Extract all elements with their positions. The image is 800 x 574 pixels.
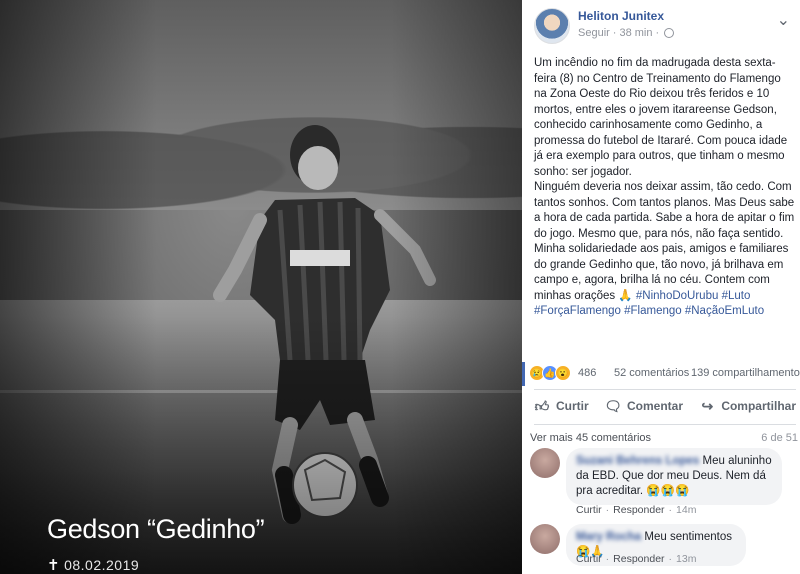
divider	[534, 389, 796, 390]
comments-count[interactable]: 52 comentários	[614, 367, 689, 379]
shares-count[interactable]: 139 compartilhamentos	[691, 367, 800, 379]
post-actions: 👍︎ Curtir 🗨︎ Comentar ↪ Compartilhar	[534, 394, 796, 418]
comment-item: Suzani Behrens Lopes Meu aluninho da EBD…	[530, 448, 798, 518]
commenter-avatar[interactable]	[530, 524, 560, 554]
photo-caption-date: ✝ 08.02.2019	[47, 556, 139, 574]
reaction-count[interactable]: 486	[578, 367, 596, 379]
comment-item: Mary Rocha Meu sentimentos 😭🙏 Curtir · R…	[530, 524, 798, 570]
photo-date-text: 08.02.2019	[64, 557, 140, 573]
comments-pagination: 6 de 51	[761, 432, 798, 444]
post-text: Um incêndio no fim da madrugada desta se…	[534, 56, 796, 320]
author-name[interactable]: Heliton Junitex	[578, 9, 664, 23]
post-header: Heliton Junitex Seguir · 38 min · ⌄	[534, 8, 796, 44]
post-paragraph: Um incêndio no fim da madrugada desta se…	[534, 57, 788, 178]
reactions-bar: 😢 👍 😮 486 52 comentários 139 compartilha…	[522, 362, 800, 386]
cross-icon: ✝	[47, 557, 61, 574]
author-avatar[interactable]	[534, 8, 570, 44]
comment-footer: Curtir · Responder · 14m	[576, 504, 697, 516]
divider	[534, 424, 796, 425]
globe-icon	[664, 28, 675, 38]
comment-like-link[interactable]: Curtir	[576, 504, 602, 516]
comment-bubble: Suzani Behrens Lopes Meu aluninho da EBD…	[566, 448, 782, 505]
comments-header: Ver mais 45 comentários 6 de 51	[530, 432, 798, 448]
view-more-comments-link[interactable]: Ver mais 45 comentários	[530, 432, 651, 444]
hashtag-link[interactable]: #ForçaFlamengo #Flamengo #NaçãoEmLuto	[534, 305, 764, 317]
share-button[interactable]: ↪ Compartilhar	[699, 394, 796, 418]
post-side-panel: Heliton Junitex Seguir · 38 min · ⌄ Um i…	[522, 0, 800, 574]
commenter-avatar[interactable]	[530, 448, 560, 478]
speech-bubble-icon: 🗨︎	[604, 397, 622, 414]
comment-reply-link[interactable]: Responder	[613, 504, 664, 516]
share-arrow-icon: ↪	[701, 397, 714, 414]
photo-caption-name: Gedson “Gedinho”	[47, 514, 265, 544]
post-time[interactable]: 38 min	[619, 27, 652, 39]
like-button[interactable]: 👍︎ Curtir	[534, 394, 589, 418]
comment-reply-link[interactable]: Responder	[613, 553, 664, 565]
comment-button[interactable]: 🗨︎ Comentar	[604, 394, 683, 418]
wow-reaction-icon: 😮	[555, 365, 571, 381]
commenter-name[interactable]: Suzani Behrens Lopes	[576, 454, 699, 469]
thumbs-up-icon: 👍︎	[534, 397, 550, 414]
post-meta: Seguir · 38 min ·	[578, 27, 675, 39]
post-paragraph: Minha solidariedade aos pais, amigos e f…	[534, 243, 789, 317]
hashtag-link[interactable]: #NinhoDoUrubu #Luto	[636, 290, 750, 302]
post-paragraph: Ninguém deveria nos deixar assim, tão ce…	[534, 181, 795, 240]
follow-link[interactable]: Seguir	[578, 27, 610, 39]
options-chevron-icon[interactable]: ⌄	[777, 10, 790, 30]
comment-like-link[interactable]: Curtir	[576, 553, 602, 565]
commenter-name[interactable]: Mary Rocha	[576, 530, 641, 545]
comment-footer: Curtir · Responder · 13m	[576, 553, 697, 565]
reaction-icons[interactable]: 😢 👍 😮	[529, 365, 571, 381]
comment-time[interactable]: 14m	[676, 504, 696, 516]
post-photo[interactable]: Gedson “Gedinho” ✝ 08.02.2019	[0, 0, 522, 574]
comment-time[interactable]: 13m	[676, 553, 696, 565]
